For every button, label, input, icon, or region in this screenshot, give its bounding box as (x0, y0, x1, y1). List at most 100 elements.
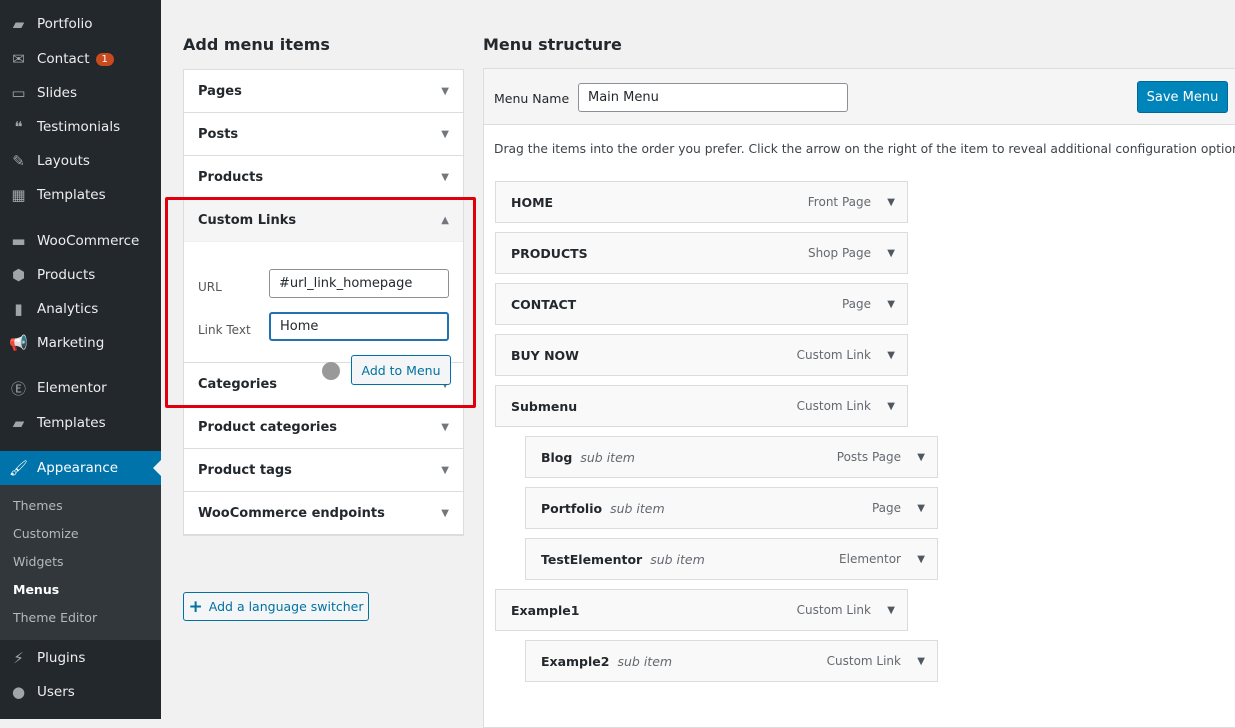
elementor-icon: Ⓔ (10, 379, 26, 398)
item-expand-arrow-icon[interactable]: ▼ (917, 554, 925, 565)
sidebar-item-users[interactable]: ● Users (0, 675, 161, 709)
menu-item-title: CONTACT (511, 296, 577, 312)
sidebar-item-templates[interactable]: ▰ Templates (0, 406, 161, 440)
woo-icon: ▬ (11, 232, 26, 250)
accordion-title: Posts (198, 126, 239, 142)
plus-icon: + (188, 596, 203, 617)
sidebar-item-label: Portfolio (37, 16, 93, 32)
sidebar-item-appearance[interactable]: 🖌 Appearance (0, 451, 161, 485)
menu-item-type: Custom Link (796, 399, 871, 413)
menu-item-type: Page (841, 297, 871, 311)
sidebar-item-label: Templates (37, 187, 106, 203)
menu-item[interactable]: PRODUCTS Shop Page ▼ (495, 232, 908, 274)
item-expand-arrow-icon[interactable]: ▼ (917, 503, 925, 514)
menu-item-title: Example1 (511, 602, 580, 618)
sidebar-item-plugins[interactable]: ⚡ Plugins (0, 641, 161, 675)
menu-item-title: Blog (541, 449, 573, 465)
menu-item-type: Page (871, 501, 901, 515)
highlight-box (165, 197, 476, 408)
slides-icon: ▭ (11, 84, 26, 102)
user-icon: ● (11, 683, 26, 701)
sidebar-item-woocommerce[interactable]: ▬ WooCommerce (0, 224, 161, 258)
sidebar-item-label: WooCommerce (37, 233, 140, 249)
accordion-title: Product categories (198, 419, 338, 435)
submenu-customize[interactable]: Customize (13, 526, 79, 541)
sidebar-item-label: Analytics (37, 301, 99, 317)
sidebar-item-slides[interactable]: ▭ Slides (0, 76, 161, 110)
menu-item[interactable]: HOME Front Page ▼ (495, 181, 908, 223)
menu-name-input[interactable]: Main Menu (578, 83, 848, 112)
accordion-title: Product tags (198, 462, 292, 478)
sidebar-item-templates[interactable]: ▦ Templates (0, 178, 161, 212)
item-expand-arrow-icon[interactable]: ▼ (887, 248, 895, 259)
submenu-theme-editor[interactable]: Theme Editor (13, 610, 97, 625)
quote-icon: ❝ (14, 118, 23, 136)
item-expand-arrow-icon[interactable]: ▼ (917, 452, 925, 463)
menu-item-type: Custom Link (796, 603, 871, 617)
box-icon: ⬢ (11, 266, 26, 284)
add-language-switcher-button[interactable]: + Add a language switcher (183, 592, 369, 621)
menu-item[interactable]: CONTACT Page ▼ (495, 283, 908, 325)
item-expand-arrow-icon[interactable]: ▼ (887, 605, 895, 616)
bar-chart-icon: ▮ (14, 300, 23, 318)
item-expand-arrow-icon[interactable]: ▼ (887, 197, 895, 208)
accordion-pages[interactable]: Pages ▼ (184, 70, 463, 113)
megaphone-icon: 📢 (9, 334, 28, 352)
menu-item[interactable]: Submenu Custom Link ▼ (495, 385, 908, 427)
menu-item[interactable]: Example2 sub item Custom Link ▼ (525, 640, 938, 682)
sidebar-item-label: Plugins (37, 650, 86, 666)
sidebar-item-testimonials[interactable]: ❝ Testimonials (0, 110, 161, 144)
menu-item-title: Example2 (541, 653, 610, 669)
sidebar-item-analytics[interactable]: ▮ Analytics (0, 292, 161, 326)
sidebar-item-products[interactable]: ⬢ Products (0, 258, 161, 292)
submenu-menus[interactable]: Menus (13, 582, 59, 597)
chevron-down-icon: ▼ (441, 171, 449, 183)
mail-icon: ✉ (12, 50, 25, 68)
menu-item[interactable]: Example1 Custom Link ▼ (495, 589, 908, 631)
submenu-themes[interactable]: Themes (13, 498, 63, 513)
accordion-product-categories[interactable]: Product categories ▼ (184, 406, 463, 449)
sidebar-item-label: Testimonials (37, 119, 121, 135)
sub-item-label: sub item (650, 551, 705, 567)
menu-item-type: Front Page (807, 195, 871, 209)
accordion-products[interactable]: Products ▼ (184, 156, 463, 199)
sidebar-item-label: Appearance (37, 460, 119, 476)
menu-item-type: Custom Link (796, 348, 871, 362)
sidebar-item-layouts[interactable]: ✎ Layouts (0, 144, 161, 178)
item-expand-arrow-icon[interactable]: ▼ (887, 299, 895, 310)
menu-item[interactable]: TestElementor sub item Elementor ▼ (525, 538, 938, 580)
sidebar-item-elementor[interactable]: Ⓔ Elementor (0, 371, 161, 405)
sub-item-label: sub item (580, 449, 635, 465)
sidebar-item-label: Layouts (37, 153, 90, 169)
sidebar-item-label: Slides (37, 85, 77, 101)
sidebar-item-portfolio[interactable]: ▰ Portfolio (0, 7, 161, 41)
templates-icon: ▦ (11, 186, 26, 204)
pencil-icon: ✎ (12, 152, 25, 170)
accordion-woocommerce-endpoints[interactable]: WooCommerce endpoints ▼ (184, 492, 463, 535)
language-switcher-label: Add a language switcher (208, 599, 364, 614)
chevron-down-icon: ▼ (441, 507, 449, 519)
sidebar-item-contact[interactable]: ✉ Contact 1 (0, 42, 161, 76)
menu-item[interactable]: BUY NOW Custom Link ▼ (495, 334, 908, 376)
menu-item[interactable]: Blog sub item Posts Page ▼ (525, 436, 938, 478)
plug-icon: ⚡ (13, 649, 24, 667)
sidebar-item-label: Marketing (37, 335, 105, 351)
notification-badge: 1 (95, 52, 114, 66)
instructions: Drag the items into the order you prefer… (494, 142, 1235, 156)
chevron-down-icon: ▼ (441, 421, 449, 433)
menu-item[interactable]: Portfolio sub item Page ▼ (525, 487, 938, 529)
item-expand-arrow-icon[interactable]: ▼ (887, 401, 895, 412)
menu-structure-title: Menu structure (483, 35, 622, 54)
accordion-product-tags[interactable]: Product tags ▼ (184, 449, 463, 492)
submenu-widgets[interactable]: Widgets (13, 554, 64, 569)
accordion-posts[interactable]: Posts ▼ (184, 113, 463, 156)
sub-item-label: sub item (610, 500, 665, 516)
sidebar-item-marketing[interactable]: 📢 Marketing (0, 326, 161, 360)
save-menu-button[interactable]: Save Menu (1137, 81, 1228, 113)
menu-item-title: TestElementor (541, 551, 643, 567)
item-expand-arrow-icon[interactable]: ▼ (917, 656, 925, 667)
menu-item-type: Posts Page (836, 450, 901, 464)
sidebar-item-label: Products (37, 267, 96, 283)
item-expand-arrow-icon[interactable]: ▼ (887, 350, 895, 361)
sidebar-item-label: Elementor (37, 380, 107, 396)
